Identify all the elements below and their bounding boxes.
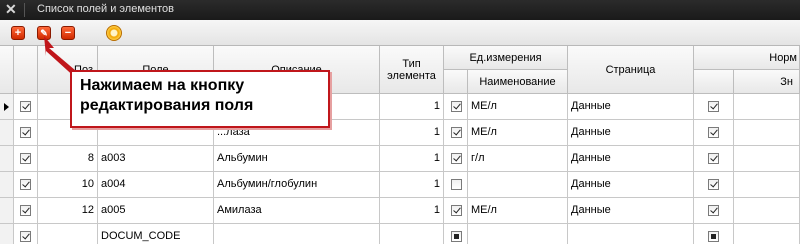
cell-unit (468, 172, 568, 198)
norm-checkbox[interactable] (708, 153, 719, 164)
cell-norm-value (734, 198, 800, 224)
cell-norm-value (734, 120, 800, 146)
window-title: Список полей и элементов (37, 3, 174, 15)
cell-unit (468, 224, 568, 244)
header-indicator (0, 46, 14, 94)
header-check (14, 46, 38, 94)
cell-unit: МЕ/л (468, 94, 568, 120)
cell-norm-value (734, 172, 800, 198)
header-page[interactable]: Страница (568, 46, 694, 94)
add-button[interactable]: + (11, 26, 25, 40)
callout-box: Нажимаем на кнопку редактирования поля (70, 70, 330, 128)
unit-checkbox[interactable] (451, 153, 462, 164)
header-unit-name[interactable]: Наименование (468, 70, 568, 94)
row-checkbox[interactable] (20, 179, 31, 190)
norm-checkbox[interactable] (708, 205, 719, 216)
cell-type: 1 (380, 146, 444, 172)
header-norm-group: Норм (694, 46, 800, 70)
row-indicator (0, 198, 14, 224)
unit-checkbox[interactable] (451, 231, 462, 242)
cell-pos: 8 (38, 146, 98, 172)
cell-description (214, 224, 380, 244)
cell-page: Данные (568, 120, 694, 146)
unit-checkbox[interactable] (451, 101, 462, 112)
cell-norm-value (734, 146, 800, 172)
cell-unit: МЕ/л (468, 120, 568, 146)
cell-field: a003 (98, 146, 214, 172)
header-unit-check (444, 70, 468, 94)
cell-unit: МЕ/л (468, 198, 568, 224)
cell-unit: г/л (468, 146, 568, 172)
cell-page: Данные (568, 172, 694, 198)
add-icon: + (14, 26, 22, 39)
cell-pos: 12 (38, 198, 98, 224)
callout-line-1: Нажимаем на кнопку (80, 77, 245, 94)
cell-page: Данные (568, 94, 694, 120)
cell-type (380, 224, 444, 244)
row-checkbox[interactable] (20, 231, 31, 242)
cell-page: Данные (568, 146, 694, 172)
unit-checkbox[interactable] (451, 179, 462, 190)
current-row-arrow-icon (4, 103, 9, 111)
cell-norm-value (734, 94, 800, 120)
cell-field: a005 (98, 198, 214, 224)
header-norm-value[interactable]: Зн (734, 70, 800, 94)
row-checkbox[interactable] (20, 101, 31, 112)
callout-line-2: редактирования поля (80, 97, 254, 114)
title-separator (24, 3, 25, 17)
header-norm-check (694, 70, 734, 94)
row-checkbox[interactable] (20, 153, 31, 164)
cell-field: a004 (98, 172, 214, 198)
cell-page (568, 224, 694, 244)
cell-field: DOCUM_CODE (98, 224, 214, 244)
cell-type: 1 (380, 172, 444, 198)
row-indicator (0, 224, 14, 244)
cell-pos: 10 (38, 172, 98, 198)
close-icon[interactable]: ✕ (5, 1, 17, 18)
header-unit-group: Ед.измерения (444, 46, 568, 70)
norm-checkbox[interactable] (708, 231, 719, 242)
norm-checkbox[interactable] (708, 101, 719, 112)
title-bar: ✕ Список полей и элементов (0, 0, 800, 20)
cell-type: 1 (380, 198, 444, 224)
row-indicator (0, 120, 14, 146)
cell-description: Амилаза (214, 198, 380, 224)
cell-page: Данные (568, 198, 694, 224)
unit-checkbox[interactable] (451, 127, 462, 138)
toolbar: + ✎ − (0, 20, 800, 46)
norm-checkbox[interactable] (708, 179, 719, 190)
refresh-button[interactable] (106, 25, 122, 41)
row-checkbox[interactable] (20, 127, 31, 138)
cell-description: Альбумин/глобулин (214, 172, 380, 198)
row-checkbox[interactable] (20, 205, 31, 216)
header-type[interactable]: Тип элемента (380, 46, 444, 94)
unit-checkbox[interactable] (451, 205, 462, 216)
row-indicator (0, 172, 14, 198)
cell-type: 1 (380, 120, 444, 146)
cell-norm-value (734, 224, 800, 244)
row-indicator (0, 146, 14, 172)
cell-pos (38, 224, 98, 244)
norm-checkbox[interactable] (708, 127, 719, 138)
cell-description: Альбумин (214, 146, 380, 172)
cell-type: 1 (380, 94, 444, 120)
